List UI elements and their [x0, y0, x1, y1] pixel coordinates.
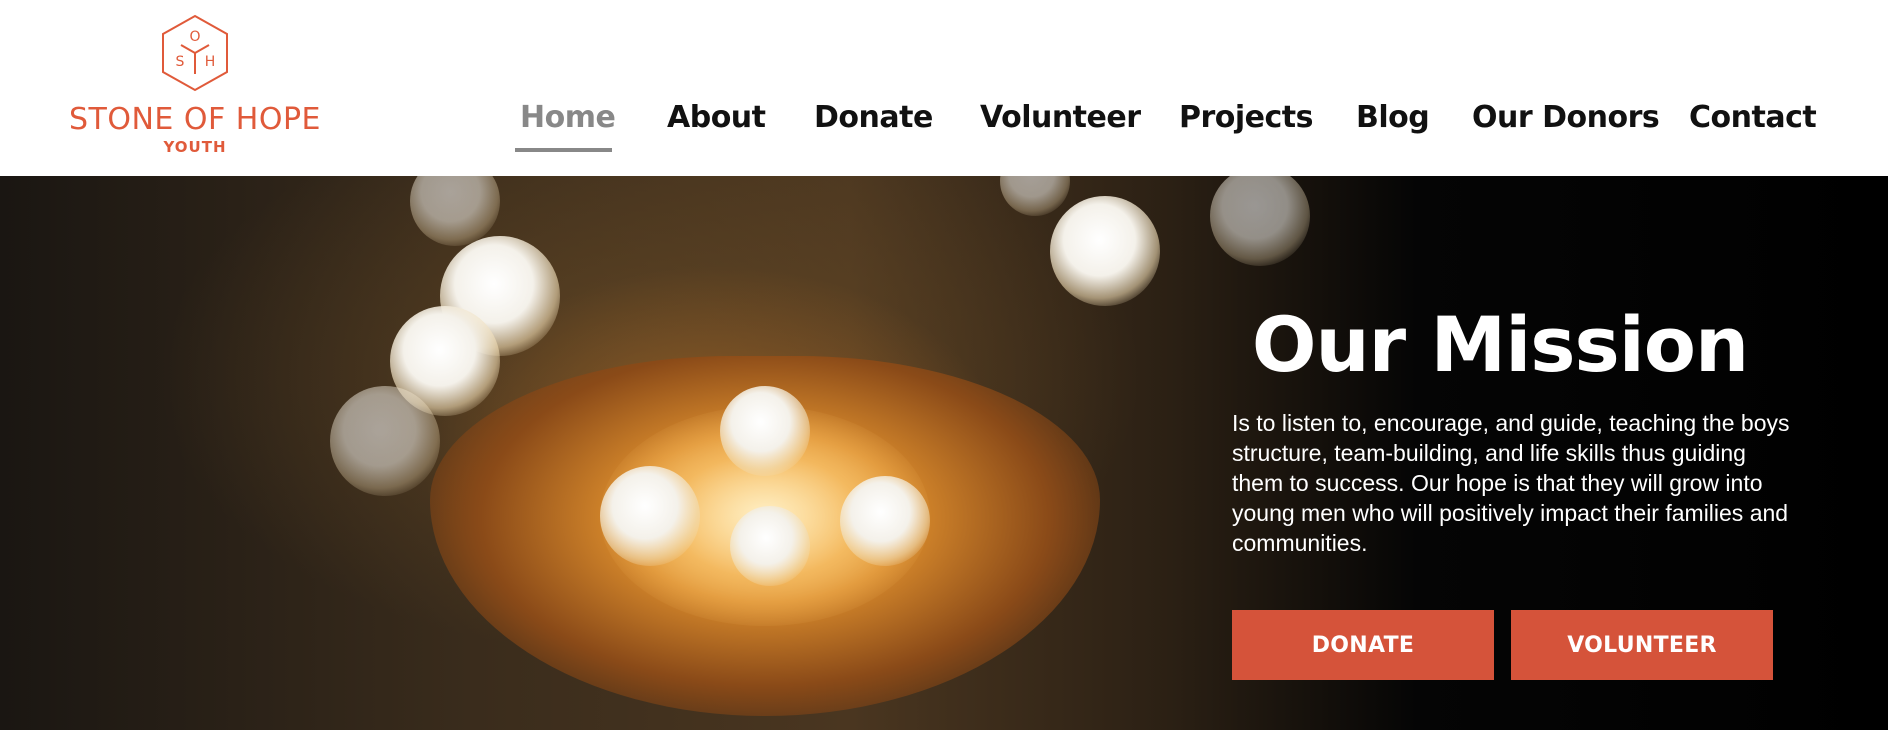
nav-our-donors[interactable]: Our Donors — [1472, 100, 1660, 135]
logo-letter-h: H — [205, 54, 216, 70]
nav-contact[interactable]: Contact — [1689, 100, 1817, 135]
nav-donate[interactable]: Donate — [814, 100, 933, 135]
light-bulb — [730, 506, 810, 586]
light-bulb — [1050, 196, 1160, 306]
light-bulb — [410, 176, 500, 246]
logo[interactable]: O S H STONE OF HOPE YOUTH — [60, 14, 330, 156]
site-header: O S H STONE OF HOPE YOUTH Home About Don… — [0, 0, 1888, 176]
nav-blog[interactable]: Blog — [1356, 100, 1430, 135]
logo-letter-o: O — [189, 29, 200, 45]
nav-about[interactable]: About — [667, 100, 766, 135]
light-bulb — [600, 466, 700, 566]
light-bulb — [1210, 176, 1310, 266]
logo-letter-s: S — [176, 54, 185, 70]
mission-title: Our Mission — [1251, 300, 1749, 389]
nav-projects[interactable]: Projects — [1179, 100, 1314, 135]
donate-button[interactable]: DONATE — [1232, 610, 1494, 680]
hexagon-logo-icon: O S H — [162, 14, 228, 92]
brand-name: STONE OF HOPE — [68, 102, 322, 137]
light-bulb — [1000, 176, 1070, 216]
light-bulb — [330, 386, 440, 496]
active-nav-underline — [515, 148, 612, 152]
volunteer-button[interactable]: VOLUNTEER — [1511, 610, 1773, 680]
nav-volunteer[interactable]: Volunteer — [980, 100, 1141, 135]
light-bulb — [720, 386, 810, 476]
light-bulb — [840, 476, 930, 566]
nav-home[interactable]: Home — [520, 100, 616, 135]
brand-subtitle: YOUTH — [163, 138, 227, 156]
mission-text: Is to listen to, encourage, and guide, t… — [1232, 410, 1790, 556]
